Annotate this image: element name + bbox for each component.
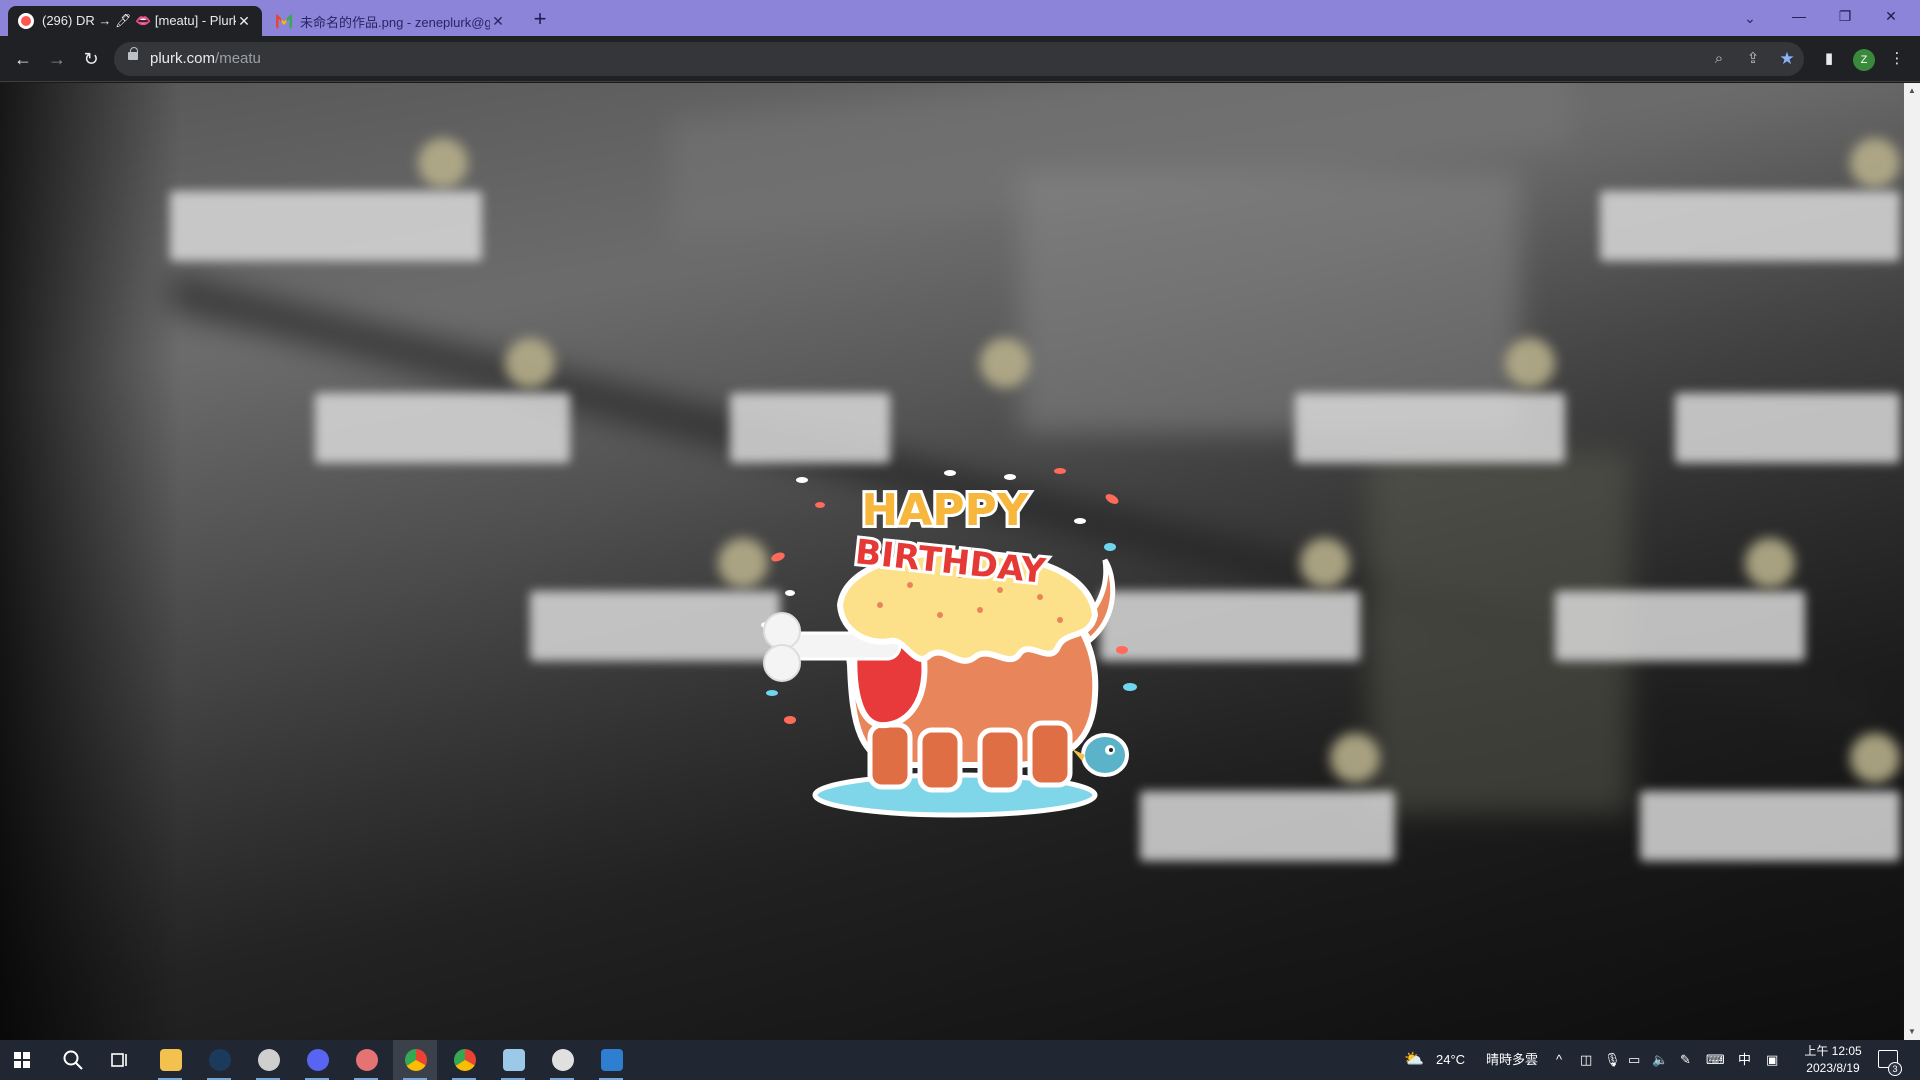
restore-button[interactable]: ❐ xyxy=(1822,0,1868,32)
avatar xyxy=(1330,733,1380,783)
plurk-card xyxy=(730,393,890,463)
photos-icon xyxy=(601,1049,623,1071)
tab-strip: (296) DR → 🖊 👄 [meatu] - Plurk ✕ 未命名的作品.… xyxy=(0,0,1920,36)
clip-studio-icon xyxy=(552,1049,574,1071)
taskbar-steam[interactable] xyxy=(197,1040,241,1080)
search-button[interactable] xyxy=(50,1040,94,1080)
address-bar[interactable]: plurk.com/meatu ⌕ ⇪ ★ xyxy=(114,42,1804,76)
show-hidden-icons-chevron-icon[interactable]: ^ xyxy=(1556,1040,1562,1080)
close-window-button[interactable]: ✕ xyxy=(1868,0,1914,32)
plurk-card xyxy=(1600,191,1900,261)
avatar xyxy=(980,338,1030,388)
plurk-card xyxy=(170,191,482,261)
zoom-icon[interactable]: ⌕ xyxy=(1708,48,1730,70)
taskbar-chrome-profile[interactable] xyxy=(442,1040,486,1080)
volume-icon[interactable]: 🔈 xyxy=(1652,1040,1668,1080)
lock-icon[interactable] xyxy=(128,47,138,60)
taskbar-discord[interactable] xyxy=(295,1040,339,1080)
plurk-card xyxy=(1295,393,1565,463)
browser-toolbar: ← → ↻ plurk.com/meatu ⌕ ⇪ ★ ▮ Z ⋮ xyxy=(0,36,1920,82)
tab-plurk[interactable]: (296) DR → 🖊 👄 [meatu] - Plurk ✕ xyxy=(8,6,262,36)
plurk-card xyxy=(1640,791,1900,861)
plurk-card xyxy=(315,393,570,463)
start-button[interactable] xyxy=(0,1040,44,1080)
task-view-icon xyxy=(111,1053,127,1067)
task-view-button[interactable] xyxy=(98,1040,142,1080)
weather-temp[interactable]: 24°C xyxy=(1436,1040,1465,1080)
taskbar-app-clip[interactable] xyxy=(540,1040,584,1080)
url-text[interactable]: plurk.com/meatu xyxy=(150,50,261,67)
page-scrollbar[interactable]: ▲ ▼ xyxy=(1904,83,1920,1040)
profile-avatar[interactable]: Z xyxy=(1853,49,1875,71)
scroll-down-arrow-icon[interactable]: ▼ xyxy=(1904,1024,1920,1040)
avatar xyxy=(1300,538,1350,588)
close-tab-icon[interactable]: ✕ xyxy=(490,13,506,30)
system-clock[interactable]: 上午 12:05 2023/8/19 xyxy=(1790,1043,1876,1077)
close-tab-icon[interactable]: ✕ xyxy=(236,13,252,30)
plurk-card xyxy=(1675,393,1900,463)
clock-time: 上午 12:05 xyxy=(1804,1044,1862,1058)
pen-icon[interactable]: ✎ xyxy=(1680,1040,1691,1080)
keyboard-icon[interactable]: ⌨ xyxy=(1706,1040,1725,1080)
camera-icon[interactable]: ◫ xyxy=(1580,1040,1592,1080)
ime-mode-icon[interactable]: ▣ xyxy=(1766,1040,1778,1080)
reload-button[interactable]: ↻ xyxy=(76,44,106,74)
avatar xyxy=(1850,733,1900,783)
taskbar-photos[interactable] xyxy=(589,1040,633,1080)
avatar xyxy=(1850,138,1900,188)
minimize-button[interactable]: — xyxy=(1776,0,1822,32)
tab-title: 未命名的作品.png - zeneplurk@gm xyxy=(300,14,490,30)
paper-app-icon xyxy=(503,1049,525,1071)
taskbar-app-sushi[interactable] xyxy=(344,1040,388,1080)
chrome-profile-icon xyxy=(454,1049,476,1071)
chrome-icon xyxy=(405,1049,427,1071)
weather-icon[interactable]: ⛅ xyxy=(1404,1040,1424,1080)
happy-birthday-sticker: HAPPY BIRTHDAY xyxy=(761,468,1137,818)
ime-indicator[interactable]: 中 xyxy=(1738,1040,1751,1080)
side-panel-icon[interactable]: ▮ xyxy=(1814,44,1844,74)
tab-gmail[interactable]: 未命名的作品.png - zeneplurk@gm ✕ xyxy=(266,6,516,36)
weather-text[interactable]: 晴時多雲 xyxy=(1486,1040,1538,1080)
avatar xyxy=(505,338,555,388)
clock-date: 2023/8/19 xyxy=(1806,1061,1860,1075)
tab-search-chevron-icon[interactable]: ⌄ xyxy=(1736,6,1764,30)
menu-kebab-icon[interactable]: ⋮ xyxy=(1882,44,1912,74)
plurk-card xyxy=(530,591,780,661)
avatar xyxy=(418,138,468,188)
plurk-card xyxy=(1140,791,1395,861)
discord-icon xyxy=(307,1049,329,1071)
windows-taskbar: ⛅ 24°C 晴時多雲 ^ ◫ 🎙 ▭ 🔈 ✎ ⌨ 中 ▣ 上午 12:05 2… xyxy=(0,1040,1920,1080)
taskbar-app-swirl[interactable] xyxy=(246,1040,290,1080)
gmail-favicon-icon xyxy=(276,13,292,29)
swirl-app-icon xyxy=(258,1049,280,1071)
forward-button[interactable]: → xyxy=(42,44,72,74)
sticker-text-happy: HAPPY xyxy=(861,485,1029,536)
sushi-app-icon xyxy=(356,1049,378,1071)
tab-title: (296) DR → 🖊 👄 [meatu] - Plurk xyxy=(42,13,236,28)
page-viewport: HAPPY BIRTHDAY xyxy=(0,83,1904,1040)
scroll-up-arrow-icon[interactable]: ▲ xyxy=(1904,83,1920,99)
folder-icon xyxy=(160,1049,182,1071)
taskbar-file-explorer[interactable] xyxy=(148,1040,192,1080)
taskbar-chrome-active[interactable] xyxy=(393,1040,437,1080)
steam-icon xyxy=(209,1049,231,1071)
microphone-icon[interactable]: 🎙 xyxy=(1604,1040,1621,1080)
new-tab-button[interactable]: + xyxy=(527,7,553,33)
avatar xyxy=(1505,338,1555,388)
windows-logo-icon xyxy=(14,1052,30,1068)
network-icon[interactable]: ▭ xyxy=(1628,1040,1640,1080)
search-icon xyxy=(63,1050,83,1070)
plurk-favicon-icon xyxy=(18,13,34,29)
bookmark-star-icon[interactable]: ★ xyxy=(1776,48,1798,70)
avatar xyxy=(1745,538,1795,588)
plurk-card xyxy=(1555,591,1805,661)
share-icon[interactable]: ⇪ xyxy=(1742,48,1764,70)
notification-count-badge: 3 xyxy=(1888,1062,1902,1076)
taskbar-app-paper[interactable] xyxy=(491,1040,535,1080)
back-button[interactable]: ← xyxy=(8,44,38,74)
